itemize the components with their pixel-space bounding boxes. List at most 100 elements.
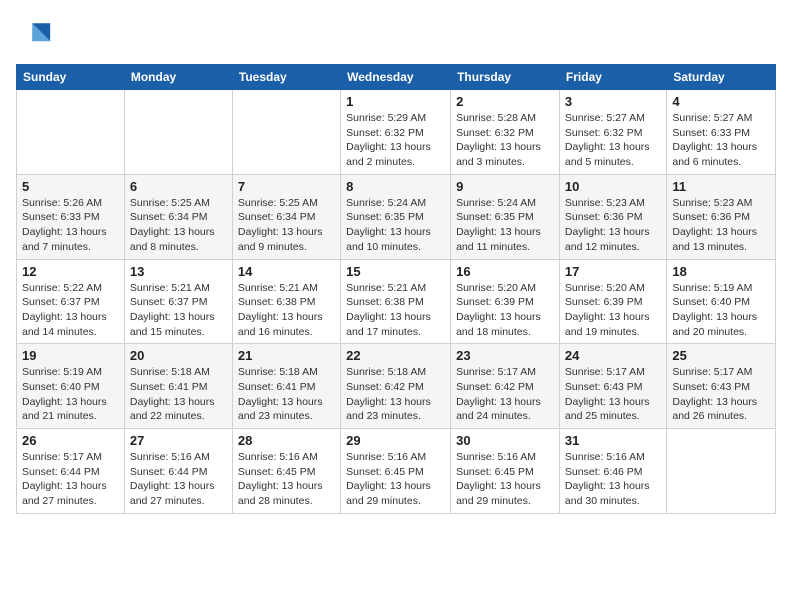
day-info: Sunrise: 5:27 AMSunset: 6:33 PMDaylight:… (672, 111, 770, 170)
day-info: Sunrise: 5:16 AMSunset: 6:46 PMDaylight:… (565, 450, 661, 509)
calendar-cell: 14 Sunrise: 5:21 AMSunset: 6:38 PMDayligh… (232, 259, 340, 344)
day-number: 28 (238, 433, 335, 448)
day-number: 16 (456, 264, 554, 279)
day-number: 19 (22, 348, 119, 363)
day-number: 21 (238, 348, 335, 363)
calendar-cell: 17 Sunrise: 5:20 AMSunset: 6:39 PMDayligh… (559, 259, 666, 344)
day-info: Sunrise: 5:27 AMSunset: 6:32 PMDaylight:… (565, 111, 661, 170)
day-number: 15 (346, 264, 445, 279)
calendar-header-row: SundayMondayTuesdayWednesdayThursdayFrid… (17, 65, 776, 90)
day-number: 30 (456, 433, 554, 448)
calendar-cell: 1 Sunrise: 5:29 AMSunset: 6:32 PMDaylight… (341, 90, 451, 175)
calendar-cell: 25 Sunrise: 5:17 AMSunset: 6:43 PMDayligh… (667, 344, 776, 429)
calendar-cell (17, 90, 125, 175)
day-info: Sunrise: 5:19 AMSunset: 6:40 PMDaylight:… (672, 281, 770, 340)
calendar-cell: 22Sunrise: 5:18 AMSunset: 6:42 PMDayligh… (341, 344, 451, 429)
calendar-cell: 16 Sunrise: 5:20 AMSunset: 6:39 PMDayligh… (451, 259, 560, 344)
day-info: Sunrise: 5:20 AMSunset: 6:39 PMDaylight:… (565, 281, 661, 340)
day-info: Sunrise: 5:16 AMSunset: 6:44 PMDaylight:… (130, 450, 227, 509)
day-info: Sunrise: 5:20 AMSunset: 6:39 PMDaylight:… (456, 281, 554, 340)
calendar-cell: 27 Sunrise: 5:16 AMSunset: 6:44 PMDayligh… (124, 429, 232, 514)
calendar-week-3: 12 Sunrise: 5:22 AMSunset: 6:37 PMDayligh… (17, 259, 776, 344)
calendar-week-1: 1 Sunrise: 5:29 AMSunset: 6:32 PMDaylight… (17, 90, 776, 175)
day-info: Sunrise: 5:21 AMSunset: 6:38 PMDaylight:… (238, 281, 335, 340)
header-sunday: Sunday (17, 65, 125, 90)
header-thursday: Thursday (451, 65, 560, 90)
day-number: 14 (238, 264, 335, 279)
day-number: 27 (130, 433, 227, 448)
day-number: 6 (130, 179, 227, 194)
calendar-cell (232, 90, 340, 175)
day-info: Sunrise: 5:17 AMSunset: 6:42 PMDaylight:… (456, 365, 554, 424)
day-number: 2 (456, 94, 554, 109)
day-info: Sunrise: 5:17 AMSunset: 6:43 PMDaylight:… (672, 365, 770, 424)
day-info: Sunrise: 5:25 AMSunset: 6:34 PMDaylight:… (238, 196, 335, 255)
day-number: 8 (346, 179, 445, 194)
calendar-cell: 30 Sunrise: 5:16 AMSunset: 6:45 PMDayligh… (451, 429, 560, 514)
calendar-cell: 4 Sunrise: 5:27 AMSunset: 6:33 PMDaylight… (667, 90, 776, 175)
day-number: 26 (22, 433, 119, 448)
calendar-cell (667, 429, 776, 514)
day-number: 31 (565, 433, 661, 448)
header-monday: Monday (124, 65, 232, 90)
day-number: 9 (456, 179, 554, 194)
header-wednesday: Wednesday (341, 65, 451, 90)
calendar-cell: 5Sunrise: 5:26 AMSunset: 6:33 PMDaylight… (17, 174, 125, 259)
day-info: Sunrise: 5:16 AMSunset: 6:45 PMDaylight:… (456, 450, 554, 509)
day-number: 10 (565, 179, 661, 194)
day-info: Sunrise: 5:18 AMSunset: 6:41 PMDaylight:… (130, 365, 227, 424)
calendar-cell: 11 Sunrise: 5:23 AMSunset: 6:36 PMDayligh… (667, 174, 776, 259)
day-number: 25 (672, 348, 770, 363)
calendar-cell: 29 Sunrise: 5:16 AMSunset: 6:45 PMDayligh… (341, 429, 451, 514)
calendar-cell: 23Sunrise: 5:17 AMSunset: 6:42 PMDayligh… (451, 344, 560, 429)
calendar-cell: 15 Sunrise: 5:21 AMSunset: 6:38 PMDayligh… (341, 259, 451, 344)
day-info: Sunrise: 5:17 AMSunset: 6:43 PMDaylight:… (565, 365, 661, 424)
calendar-cell: 9 Sunrise: 5:24 AMSunset: 6:35 PMDaylight… (451, 174, 560, 259)
calendar-cell: 7 Sunrise: 5:25 AMSunset: 6:34 PMDaylight… (232, 174, 340, 259)
day-number: 1 (346, 94, 445, 109)
logo (16, 16, 56, 52)
day-number: 18 (672, 264, 770, 279)
day-number: 12 (22, 264, 119, 279)
day-number: 17 (565, 264, 661, 279)
day-info: Sunrise: 5:19 AMSunset: 6:40 PMDaylight:… (22, 365, 119, 424)
day-number: 24 (565, 348, 661, 363)
calendar-cell (124, 90, 232, 175)
day-number: 29 (346, 433, 445, 448)
day-info: Sunrise: 5:26 AMSunset: 6:33 PMDaylight:… (22, 196, 119, 255)
day-info: Sunrise: 5:23 AMSunset: 6:36 PMDaylight:… (565, 196, 661, 255)
day-number: 11 (672, 179, 770, 194)
day-number: 4 (672, 94, 770, 109)
day-info: Sunrise: 5:29 AMSunset: 6:32 PMDaylight:… (346, 111, 445, 170)
day-info: Sunrise: 5:28 AMSunset: 6:32 PMDaylight:… (456, 111, 554, 170)
day-info: Sunrise: 5:25 AMSunset: 6:34 PMDaylight:… (130, 196, 227, 255)
day-info: Sunrise: 5:16 AMSunset: 6:45 PMDaylight:… (346, 450, 445, 509)
day-info: Sunrise: 5:24 AMSunset: 6:35 PMDaylight:… (346, 196, 445, 255)
day-info: Sunrise: 5:17 AMSunset: 6:44 PMDaylight:… (22, 450, 119, 509)
day-info: Sunrise: 5:23 AMSunset: 6:36 PMDaylight:… (672, 196, 770, 255)
calendar-cell: 26 Sunrise: 5:17 AMSunset: 6:44 PMDayligh… (17, 429, 125, 514)
calendar-cell: 24 Sunrise: 5:17 AMSunset: 6:43 PMDayligh… (559, 344, 666, 429)
day-info: Sunrise: 5:21 AMSunset: 6:38 PMDaylight:… (346, 281, 445, 340)
logo-icon (16, 16, 52, 52)
day-number: 7 (238, 179, 335, 194)
calendar-cell: 20 Sunrise: 5:18 AMSunset: 6:41 PMDayligh… (124, 344, 232, 429)
calendar-cell: 12 Sunrise: 5:22 AMSunset: 6:37 PMDayligh… (17, 259, 125, 344)
day-number: 22 (346, 348, 445, 363)
day-number: 20 (130, 348, 227, 363)
calendar-cell: 10 Sunrise: 5:23 AMSunset: 6:36 PMDayligh… (559, 174, 666, 259)
calendar-week-5: 26 Sunrise: 5:17 AMSunset: 6:44 PMDayligh… (17, 429, 776, 514)
calendar-cell: 18 Sunrise: 5:19 AMSunset: 6:40 PMDayligh… (667, 259, 776, 344)
day-info: Sunrise: 5:24 AMSunset: 6:35 PMDaylight:… (456, 196, 554, 255)
day-info: Sunrise: 5:21 AMSunset: 6:37 PMDaylight:… (130, 281, 227, 340)
calendar-cell: 8 Sunrise: 5:24 AMSunset: 6:35 PMDaylight… (341, 174, 451, 259)
page-header (16, 16, 776, 52)
calendar-cell: 21 Sunrise: 5:18 AMSunset: 6:41 PMDayligh… (232, 344, 340, 429)
day-info: Sunrise: 5:18 AMSunset: 6:41 PMDaylight:… (238, 365, 335, 424)
calendar-week-2: 5Sunrise: 5:26 AMSunset: 6:33 PMDaylight… (17, 174, 776, 259)
calendar-cell: 2 Sunrise: 5:28 AMSunset: 6:32 PMDaylight… (451, 90, 560, 175)
header-tuesday: Tuesday (232, 65, 340, 90)
day-info: Sunrise: 5:22 AMSunset: 6:37 PMDaylight:… (22, 281, 119, 340)
day-info: Sunrise: 5:16 AMSunset: 6:45 PMDaylight:… (238, 450, 335, 509)
calendar-cell: 3Sunrise: 5:27 AMSunset: 6:32 PMDaylight… (559, 90, 666, 175)
